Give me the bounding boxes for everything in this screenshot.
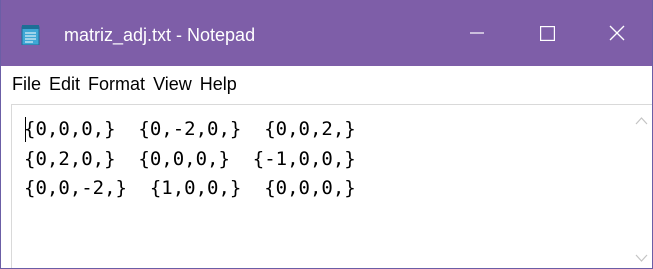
- maximize-icon: [539, 25, 555, 41]
- menu-edit[interactable]: Edit: [45, 66, 84, 102]
- document-text[interactable]: {0,0,0,} {0,-2,0,} {0,0,2,} {0,2,0,} {0,0…: [24, 115, 624, 265]
- text-editor[interactable]: {0,0,0,} {0,-2,0,} {0,0,2,} {0,2,0,} {0,0…: [11, 104, 652, 268]
- text-line: {0,2,0,} {0,0,0,} {-1,0,0,}: [24, 147, 356, 170]
- menu-view[interactable]: View: [149, 66, 196, 102]
- notepad-window: matriz_adj.txt - Notepad File Edit Forma…: [0, 0, 653, 269]
- vertical-scrollbar[interactable]: [631, 105, 652, 268]
- minimize-button[interactable]: [442, 0, 512, 66]
- minimize-icon: [470, 26, 484, 40]
- menu-file[interactable]: File: [8, 66, 45, 102]
- close-button[interactable]: [582, 0, 652, 66]
- close-icon: [609, 25, 625, 41]
- scroll-up-arrow-icon[interactable]: [635, 113, 648, 125]
- window-controls: [442, 0, 652, 66]
- text-caret: [25, 117, 26, 142]
- menu-bar: File Edit Format View Help: [1, 66, 652, 102]
- menu-help[interactable]: Help: [196, 66, 241, 102]
- text-line: {0,0,0,} {0,-2,0,} {0,0,2,}: [24, 118, 356, 140]
- text-line: {0,0,-2,} {1,0,0,} {0,0,0,}: [24, 177, 356, 199]
- notepad-icon[interactable]: [21, 25, 40, 46]
- window-title: matriz_adj.txt - Notepad: [64, 25, 256, 45]
- maximize-button[interactable]: [512, 0, 582, 66]
- title-bar[interactable]: matriz_adj.txt - Notepad: [1, 0, 652, 66]
- scroll-down-arrow-icon[interactable]: [635, 250, 648, 262]
- menu-format[interactable]: Format: [84, 66, 149, 102]
